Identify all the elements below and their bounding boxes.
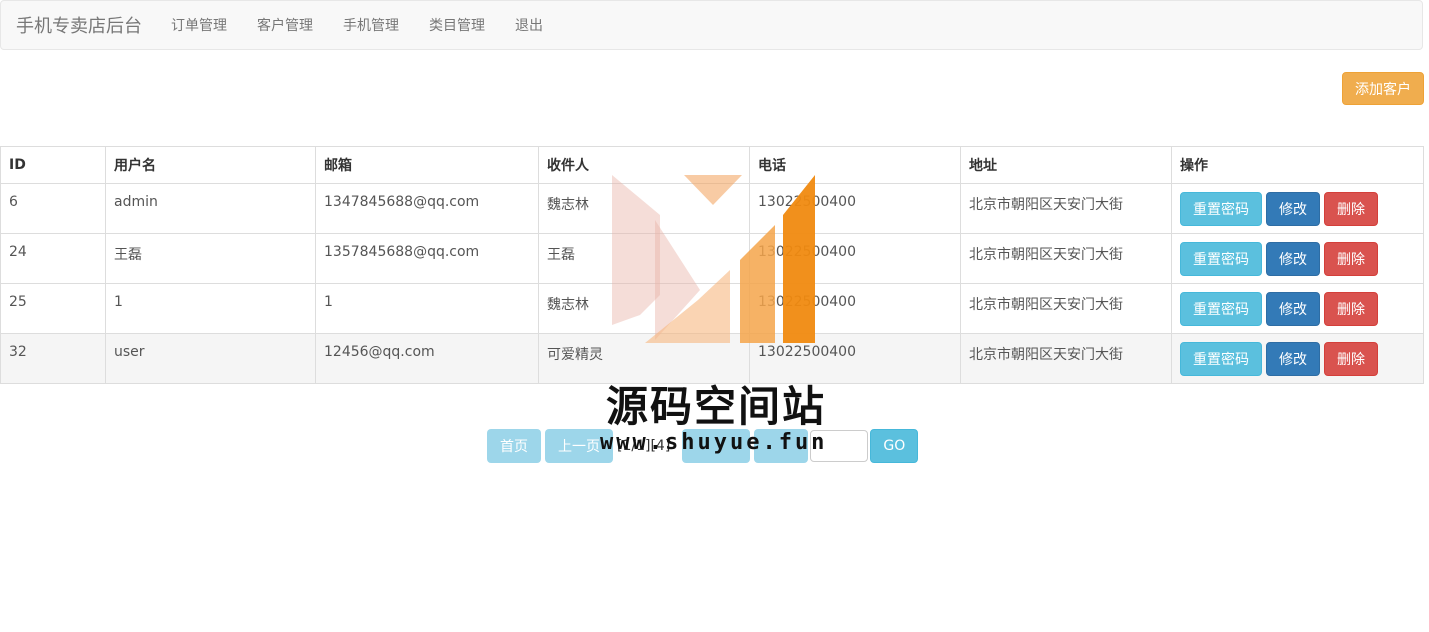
cell-phone: 13022500400 (749, 183, 961, 234)
cell-actions: 重置密码 修改 删除 (1171, 333, 1424, 384)
table-row: 32 user 12456@qq.com 可爱精灵 13022500400 北京… (0, 333, 1424, 384)
nav-categories[interactable]: 类目管理 (429, 15, 485, 35)
cell-actions: 重置密码 修改 删除 (1171, 233, 1424, 284)
cell-actions: 重置密码 修改 删除 (1171, 283, 1424, 334)
cell-phone: 13022500400 (749, 283, 961, 334)
nav-logout[interactable]: 退出 (515, 15, 543, 35)
cell-recipient: 王磊 (538, 233, 750, 284)
cell-address: 北京市朝阳区天安门大街 (960, 183, 1172, 234)
cell-email: 1 (315, 283, 539, 334)
reset-password-button[interactable]: 重置密码 (1180, 242, 1262, 276)
reset-password-button[interactable]: 重置密码 (1180, 342, 1262, 376)
cell-id: 32 (0, 333, 106, 384)
cell-address: 北京市朝阳区天安门大街 (960, 333, 1172, 384)
customer-table: ID 用户名 邮箱 收件人 电话 地址 操作 6 admin 134784568… (0, 146, 1424, 384)
cell-actions: 重置密码 修改 删除 (1171, 183, 1424, 234)
cell-username: user (105, 333, 316, 384)
col-username: 用户名 (105, 146, 316, 184)
cell-recipient: 魏志林 (538, 183, 750, 234)
delete-button[interactable]: 删除 (1324, 292, 1378, 326)
cell-recipient: 可爱精灵 (538, 333, 750, 384)
cell-email: 1347845688@qq.com (315, 183, 539, 234)
delete-button[interactable]: 删除 (1324, 192, 1378, 226)
go-button[interactable]: GO (870, 429, 919, 463)
table-row: 25 1 1 魏志林 13022500400 北京市朝阳区天安门大街 重置密码修… (0, 283, 1424, 334)
cell-recipient: 魏志林 (538, 283, 750, 334)
reset-password-button[interactable]: 重置密码 (1180, 192, 1262, 226)
edit-button[interactable]: 修改 (1266, 242, 1320, 276)
cell-id: 24 (0, 233, 106, 284)
edit-button[interactable]: 修改 (1266, 192, 1320, 226)
cell-phone: 13022500400 (749, 233, 961, 284)
nav-phones[interactable]: 手机管理 (343, 15, 399, 35)
table-header-row: ID 用户名 邮箱 收件人 电话 地址 操作 (0, 146, 1424, 184)
col-recipient: 收件人 (538, 146, 750, 184)
cell-address: 北京市朝阳区天安门大街 (960, 283, 1172, 334)
cell-phone: 13022500400 (749, 333, 961, 384)
cell-id: 6 (0, 183, 106, 234)
prev-page-button[interactable]: 上一页 (545, 429, 613, 463)
first-page-button[interactable]: 首页 (487, 429, 541, 463)
cell-username: 王磊 (105, 233, 316, 284)
edit-button[interactable]: 修改 (1266, 292, 1320, 326)
brand-title[interactable]: 手机专卖店后台 (16, 12, 142, 38)
cell-email: 1357845688@qq.com (315, 233, 539, 284)
nav-customers[interactable]: 客户管理 (257, 15, 313, 35)
top-navbar: 手机专卖店后台 订单管理 客户管理 手机管理 类目管理 退出 (0, 0, 1423, 50)
cell-email: 12456@qq.com (315, 333, 539, 384)
nav-orders[interactable]: 订单管理 (171, 15, 227, 35)
cell-address: 北京市朝阳区天安门大街 (960, 233, 1172, 284)
col-phone: 电话 (749, 146, 961, 184)
next-page-button[interactable] (682, 429, 751, 463)
delete-button[interactable]: 删除 (1324, 242, 1378, 276)
page-info: [1/1][4] (617, 438, 671, 454)
cell-id: 25 (0, 283, 106, 334)
delete-button[interactable]: 删除 (1324, 342, 1378, 376)
cell-username: 1 (105, 283, 316, 334)
table-row: 24 王磊 1357845688@qq.com 王磊 13022500400 北… (0, 233, 1424, 284)
add-customer-button[interactable]: 添加客户 (1342, 72, 1424, 105)
page-number-input[interactable] (810, 430, 869, 462)
reset-password-button[interactable]: 重置密码 (1180, 292, 1262, 326)
cell-username: admin (105, 183, 316, 234)
pagination: 首页 上一页 [1/1][4] GO (487, 429, 919, 463)
last-page-button[interactable] (754, 429, 809, 463)
col-email: 邮箱 (315, 146, 539, 184)
table-row: 6 admin 1347845688@qq.com 魏志林 1302250040… (0, 183, 1424, 234)
col-address: 地址 (960, 146, 1172, 184)
edit-button[interactable]: 修改 (1266, 342, 1320, 376)
col-id: ID (0, 146, 106, 184)
col-actions: 操作 (1171, 146, 1424, 184)
